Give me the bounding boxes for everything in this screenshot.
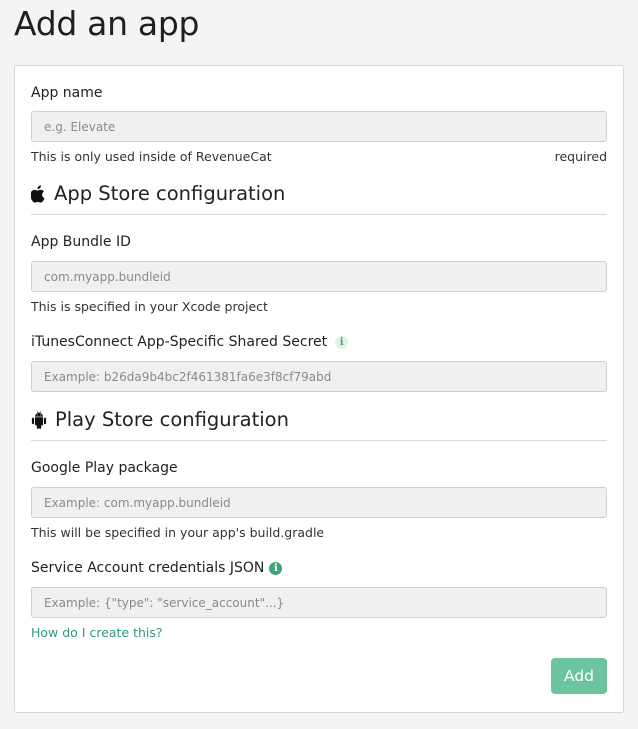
- bundle-id-label: App Bundle ID: [31, 234, 131, 250]
- credentials-label-row: Service Account credentials JSON i: [31, 560, 283, 576]
- app-store-divider: [31, 214, 607, 215]
- credentials-label: Service Account credentials JSON: [31, 560, 265, 576]
- page-title: Add an app: [14, 4, 200, 43]
- shared-secret-label: iTunesConnect App-Specific Shared Secret: [31, 334, 328, 350]
- play-store-section-label: Play Store configuration: [55, 408, 289, 431]
- add-button[interactable]: Add: [551, 658, 607, 694]
- play-store-section-title: Play Store configuration: [31, 408, 289, 431]
- info-icon[interactable]: i: [269, 561, 283, 575]
- app-name-label: App name: [31, 85, 103, 101]
- create-credentials-link[interactable]: How do I create this?: [31, 625, 163, 640]
- android-icon: [31, 410, 47, 429]
- apple-icon: [31, 184, 45, 203]
- required-indicator: required: [554, 149, 607, 164]
- app-store-section-title: App Store configuration: [31, 182, 285, 205]
- add-app-form: App name This is only used inside of Rev…: [14, 65, 624, 713]
- bundle-id-input[interactable]: [31, 261, 607, 292]
- app-name-help: This is only used inside of RevenueCat: [31, 149, 272, 164]
- credentials-input[interactable]: [31, 587, 607, 618]
- play-package-label: Google Play package: [31, 460, 178, 476]
- play-store-divider: [31, 440, 607, 441]
- play-package-help: This will be specified in your app's bui…: [31, 525, 325, 540]
- shared-secret-input[interactable]: [31, 361, 607, 392]
- app-store-section-label: App Store configuration: [54, 182, 286, 205]
- app-name-input[interactable]: [31, 111, 607, 142]
- info-icon[interactable]: i: [335, 335, 349, 349]
- shared-secret-label-row: iTunesConnect App-Specific Shared Secret…: [31, 334, 349, 350]
- play-package-input[interactable]: [31, 487, 607, 518]
- bundle-id-help: This is specified in your Xcode project: [31, 299, 268, 314]
